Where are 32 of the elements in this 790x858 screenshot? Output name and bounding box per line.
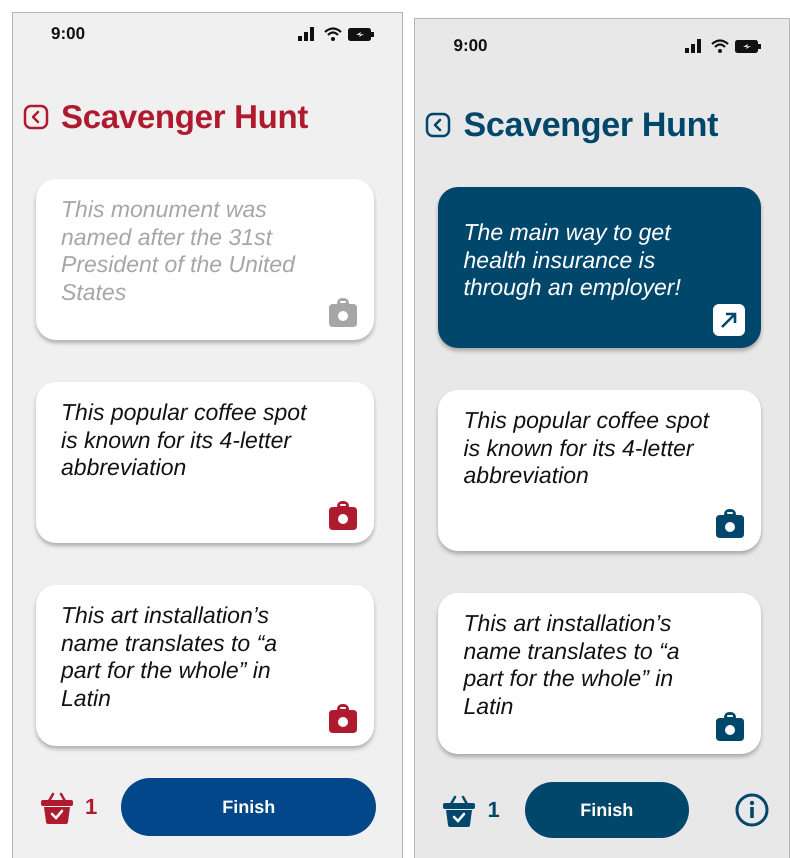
clue-card[interactable]: This art installation’s name translates to “a part for the whole” in Latin xyxy=(36,585,374,746)
clue-text: This art installation’s name translates to “a part for the whole” in Latin xyxy=(463,610,681,720)
clue-card[interactable]: This popular coffee spot is known for its 4-letter abbreviation xyxy=(438,390,761,551)
status-time: 9:00 xyxy=(453,36,488,56)
screen-title: Scavenger Hunt xyxy=(463,106,718,144)
camera-icon xyxy=(715,710,745,742)
wifi-icon xyxy=(711,39,729,53)
camera-icon xyxy=(328,702,358,734)
camera-icon xyxy=(328,296,358,328)
battery-icon xyxy=(735,40,761,52)
camera-icon xyxy=(328,499,358,531)
clue-card[interactable]: This popular coffee spot is known for its 4-letter abbreviation xyxy=(36,382,374,543)
status-time: 9:00 xyxy=(51,24,86,44)
back-button[interactable] xyxy=(425,112,452,138)
clue-text: This art installation’s name translates to “a part for the whole” in Latin xyxy=(61,602,278,712)
info-button[interactable] xyxy=(734,793,769,827)
basket-count: 1 xyxy=(85,794,98,820)
clue-text: This monument was named after the 31st President of the United States xyxy=(61,196,296,306)
basket-count: 1 xyxy=(487,797,500,823)
wifi-icon xyxy=(324,27,342,41)
clue-text: The main way to get health insurance is through an employer! xyxy=(463,219,682,302)
finish-button[interactable]: Finish xyxy=(524,782,689,838)
back-button[interactable] xyxy=(23,104,49,130)
clue-card[interactable]: This art installation’s name translates to “a part for the whole” in Latin xyxy=(438,593,761,754)
clue-card[interactable]: The main way to get health insurance is through an employer! xyxy=(438,187,761,348)
arrow-button[interactable] xyxy=(713,304,745,336)
finish-button[interactable]: Finish xyxy=(121,778,376,836)
screen-title: Scavenger Hunt xyxy=(61,98,308,136)
clue-text: This popular coffee spot is known for its 4-letter abbreviation xyxy=(61,399,308,482)
clue-text: This popular coffee spot is known for its 4-letter abbreviation xyxy=(463,407,711,490)
camera-icon xyxy=(715,507,745,539)
battery-icon xyxy=(348,28,374,40)
